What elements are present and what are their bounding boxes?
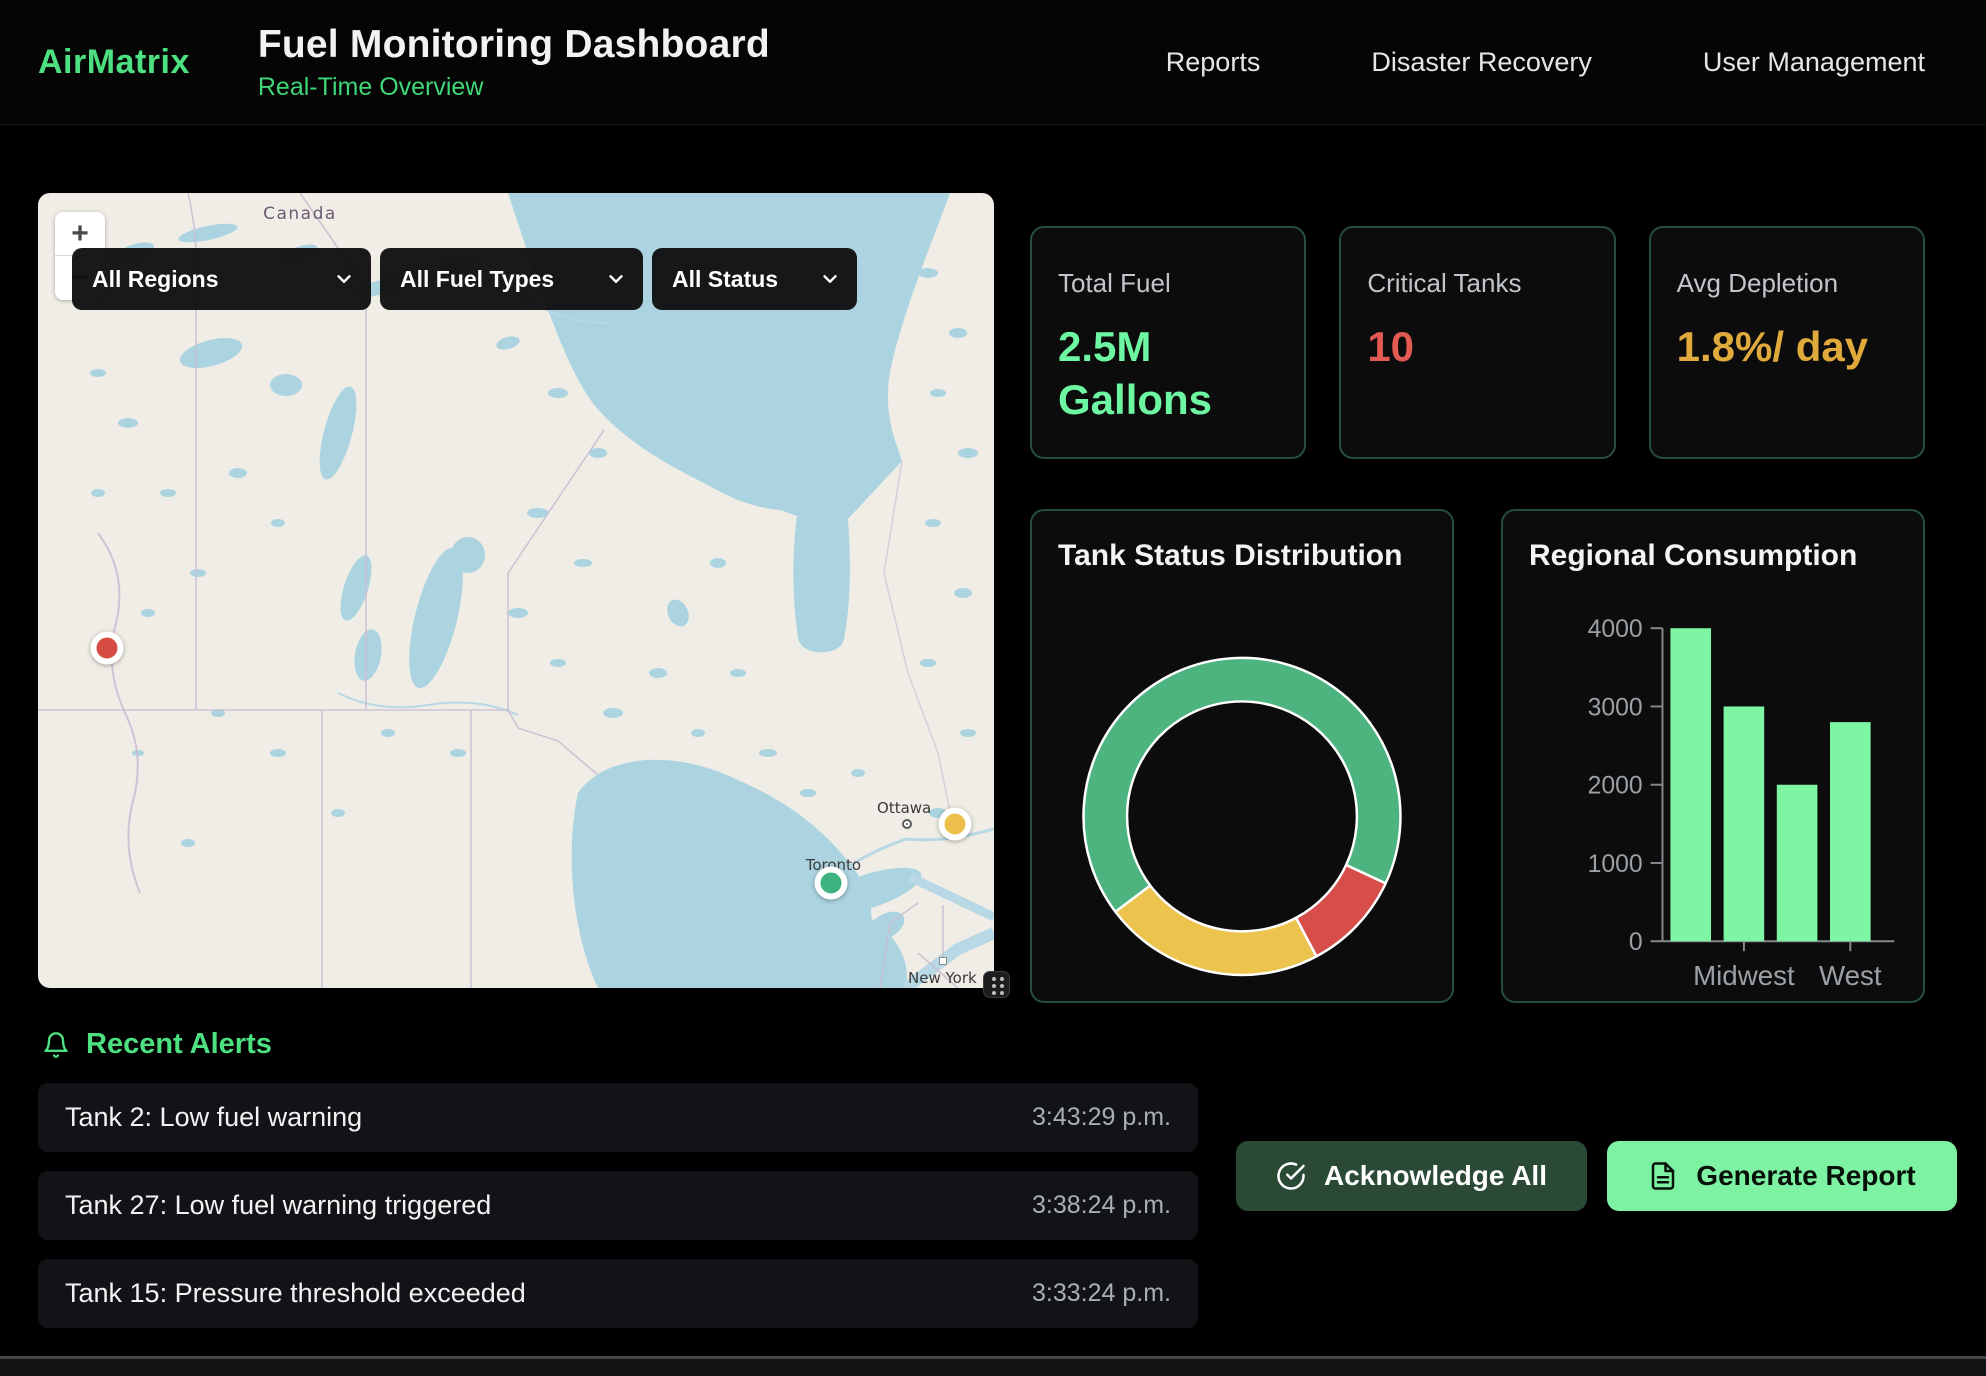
file-text-icon — [1648, 1161, 1678, 1191]
alert-text: Tank 2: Low fuel warning — [65, 1102, 362, 1133]
alerts-header: Recent Alerts — [42, 1028, 272, 1061]
svg-text:West: West — [1819, 960, 1882, 991]
stat-card-total-fuel: Total Fuel 2.5M Gallons — [1030, 226, 1306, 459]
bottom-scrollbar[interactable] — [0, 1359, 1986, 1376]
nav-disaster-recovery[interactable]: Disaster Recovery — [1371, 47, 1592, 78]
stat-cards-row: Total Fuel 2.5M Gallons Critical Tanks 1… — [1030, 226, 1925, 459]
alerts-title: Recent Alerts — [86, 1028, 272, 1061]
svg-text:0: 0 — [1629, 929, 1643, 956]
chevron-down-icon — [605, 268, 627, 290]
map-marker-critical[interactable] — [90, 631, 123, 664]
alert-row[interactable]: Tank 2: Low fuel warning 3:43:29 p.m. — [38, 1083, 1198, 1152]
generate-report-label: Generate Report — [1696, 1160, 1915, 1192]
svg-text:Midwest: Midwest — [1693, 960, 1795, 991]
acknowledge-all-button[interactable]: Acknowledge All — [1236, 1141, 1587, 1211]
map-marker-normal[interactable] — [815, 867, 848, 900]
stat-card-avg-depletion: Avg Depletion 1.8%/ day — [1649, 226, 1925, 459]
alert-text: Tank 15: Pressure threshold exceeded — [65, 1278, 526, 1309]
alert-row[interactable]: Tank 15: Pressure threshold exceeded 3:3… — [38, 1259, 1198, 1328]
fuel-type-filter-value: All Fuel Types — [400, 266, 554, 293]
main-nav: Reports Disaster Recovery User Managemen… — [1166, 47, 1925, 78]
stat-card-critical-tanks: Critical Tanks 10 — [1339, 226, 1615, 459]
chevron-down-icon — [333, 268, 355, 290]
stat-value-total-fuel: 2.5M Gallons — [1058, 321, 1278, 426]
svg-text:4000: 4000 — [1588, 616, 1643, 643]
check-circle-icon — [1276, 1161, 1306, 1191]
status-filter-dropdown[interactable]: All Status — [652, 248, 857, 310]
tank-status-donut-chart — [1032, 511, 1452, 1001]
stat-value-avg-depletion: 1.8%/ day — [1677, 321, 1897, 374]
region-filter-dropdown[interactable]: All Regions — [72, 248, 371, 310]
alert-timestamp: 3:43:29 p.m. — [1032, 1103, 1171, 1132]
map-basemap — [38, 193, 994, 988]
svg-text:1000: 1000 — [1588, 851, 1643, 878]
alert-timestamp: 3:33:24 p.m. — [1032, 1279, 1171, 1308]
status-filter-value: All Status — [672, 266, 778, 293]
nav-reports[interactable]: Reports — [1166, 47, 1261, 78]
stat-label: Critical Tanks — [1367, 268, 1587, 299]
tank-status-chart-card: Tank Status Distribution — [1030, 509, 1454, 1003]
alert-timestamp: 3:38:24 p.m. — [1032, 1191, 1171, 1220]
chevron-down-icon — [819, 268, 841, 290]
map-marker-warning[interactable] — [938, 808, 971, 841]
charts-row: Tank Status Distribution Regional Consum… — [1030, 509, 1925, 1003]
generate-report-button[interactable]: Generate Report — [1607, 1141, 1957, 1211]
alert-text: Tank 27: Low fuel warning triggered — [65, 1190, 491, 1221]
page-subtitle: Real-Time Overview — [258, 73, 770, 102]
bell-icon — [42, 1031, 70, 1059]
svg-text:3000: 3000 — [1588, 694, 1643, 721]
regional-consumption-chart-card: Regional Consumption 01000200030004000Mi… — [1501, 509, 1925, 1003]
nav-user-management[interactable]: User Management — [1703, 47, 1925, 78]
svg-text:2000: 2000 — [1588, 773, 1643, 800]
regional-consumption-bar-chart: 0 1000 2000 3000 4000 Midwest West — [1503, 511, 1923, 1001]
brand-logo: AirMatrix — [38, 43, 190, 82]
map[interactable]: Canada Ottawa Toronto New York + − All R… — [38, 193, 994, 988]
fuel-type-filter-dropdown[interactable]: All Fuel Types — [380, 248, 643, 310]
app-header: AirMatrix Fuel Monitoring Dashboard Real… — [0, 0, 1986, 125]
page-title: Fuel Monitoring Dashboard — [258, 23, 770, 67]
map-resize-handle[interactable] — [983, 971, 1010, 998]
title-block: Fuel Monitoring Dashboard Real-Time Over… — [258, 23, 770, 102]
new-york-town-icon — [939, 957, 947, 965]
acknowledge-all-label: Acknowledge All — [1324, 1160, 1547, 1192]
stat-label: Total Fuel — [1058, 268, 1278, 299]
map-filters: All Regions All Fuel Types All Status — [72, 248, 857, 310]
region-filter-value: All Regions — [92, 266, 219, 293]
alert-row[interactable]: Tank 27: Low fuel warning triggered 3:38… — [38, 1171, 1198, 1240]
drag-dots-icon — [992, 977, 996, 981]
alert-list: Tank 2: Low fuel warning 3:43:29 p.m. Ta… — [38, 1083, 1198, 1347]
right-column: Total Fuel 2.5M Gallons Critical Tanks 1… — [1030, 226, 1925, 1003]
stat-label: Avg Depletion — [1677, 268, 1897, 299]
stat-value-critical-tanks: 10 — [1367, 321, 1587, 374]
ottawa-town-icon — [902, 819, 912, 829]
